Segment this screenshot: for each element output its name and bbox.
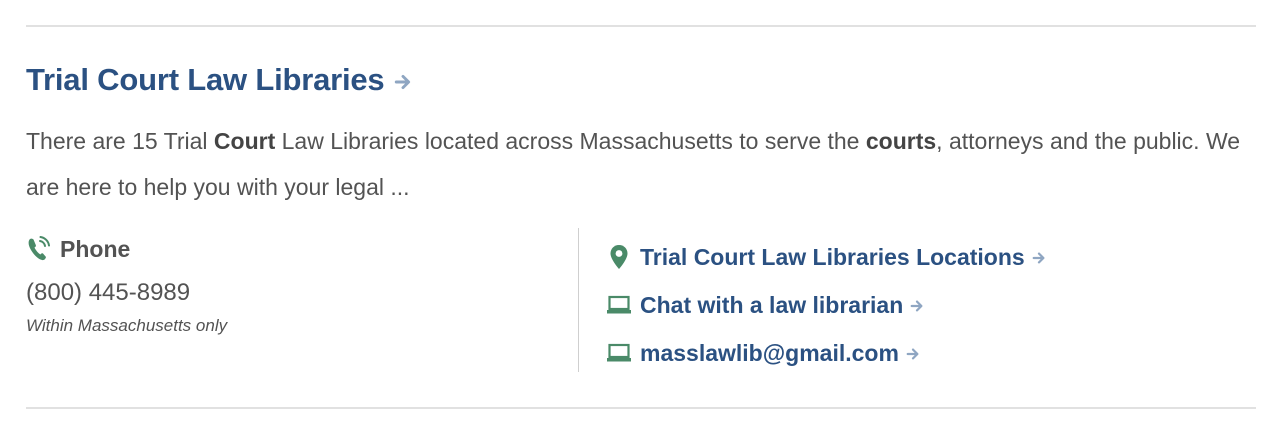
highlight-court: Court	[213, 128, 276, 154]
bottom-divider	[26, 407, 1256, 409]
link-email[interactable]: masslawlib@gmail.com	[606, 329, 1046, 377]
contact-links: Trial Court Law Libraries Locations Chat…	[606, 233, 1046, 377]
link-locations[interactable]: Trial Court Law Libraries Locations	[606, 233, 1046, 281]
arrow-right-icon	[906, 348, 919, 360]
map-pin-icon	[606, 244, 632, 270]
phone-contact: Phone (800) 445-8989 Within Massachusett…	[26, 232, 576, 336]
phone-icon	[28, 236, 50, 261]
locations-link[interactable]: Trial Court Law Libraries Locations	[640, 244, 1025, 271]
phone-note: Within Massachusetts only	[26, 316, 228, 335]
phone-heading: Phone	[26, 232, 576, 266]
result-title-link[interactable]: Trial Court Law Libraries	[26, 62, 385, 98]
result-title-row: Trial Court Law Libraries	[26, 62, 412, 98]
phone-label: Phone	[60, 235, 131, 262]
arrow-right-icon	[395, 74, 411, 90]
top-divider	[26, 25, 1256, 27]
laptop-icon	[606, 292, 632, 318]
highlight-courts: courts	[865, 128, 937, 154]
link-chat[interactable]: Chat with a law librarian	[606, 281, 1046, 329]
result-summary: There are 15 Trial Court Law Libraries l…	[26, 128, 1241, 200]
arrow-right-icon	[1032, 252, 1045, 264]
laptop-icon	[606, 340, 632, 366]
vertical-divider	[578, 228, 579, 372]
email-link[interactable]: masslawlib@gmail.com	[640, 340, 899, 367]
chat-link[interactable]: Chat with a law librarian	[640, 292, 903, 319]
arrow-right-icon	[910, 300, 923, 312]
phone-number[interactable]: (800) 445-8989	[26, 278, 576, 308]
